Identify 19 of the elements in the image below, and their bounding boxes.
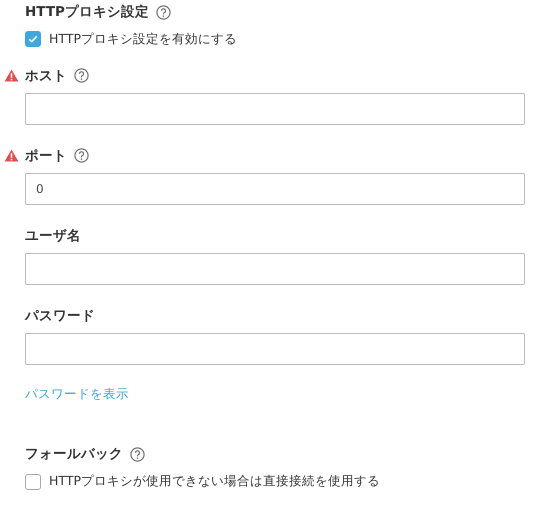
checkbox-label: HTTPプロキシ設定を有効にする xyxy=(49,30,237,48)
input-field[interactable] xyxy=(25,92,525,125)
help-icon[interactable] xyxy=(130,446,145,462)
input-field[interactable] xyxy=(25,332,525,365)
field-label: HTTPプロキシ設定 xyxy=(25,3,149,22)
field-label: ホスト xyxy=(25,66,67,86)
checkbox-label: HTTPプロキシが使用できない場合は直接接続を使用する xyxy=(49,472,380,490)
checkbox[interactable] xyxy=(25,474,41,490)
field-label: パスワード xyxy=(25,306,95,326)
help-icon[interactable] xyxy=(156,4,171,20)
help-icon[interactable] xyxy=(74,148,89,164)
field-label: ユーザ名 xyxy=(25,226,81,246)
help-icon[interactable] xyxy=(74,68,89,84)
checkbox[interactable] xyxy=(25,31,41,48)
input-field[interactable]: 0 xyxy=(25,172,525,205)
field-label: ポート xyxy=(25,146,67,166)
check-icon xyxy=(27,33,39,46)
field-label: フォールバック xyxy=(25,445,123,464)
input-field[interactable] xyxy=(25,252,525,285)
